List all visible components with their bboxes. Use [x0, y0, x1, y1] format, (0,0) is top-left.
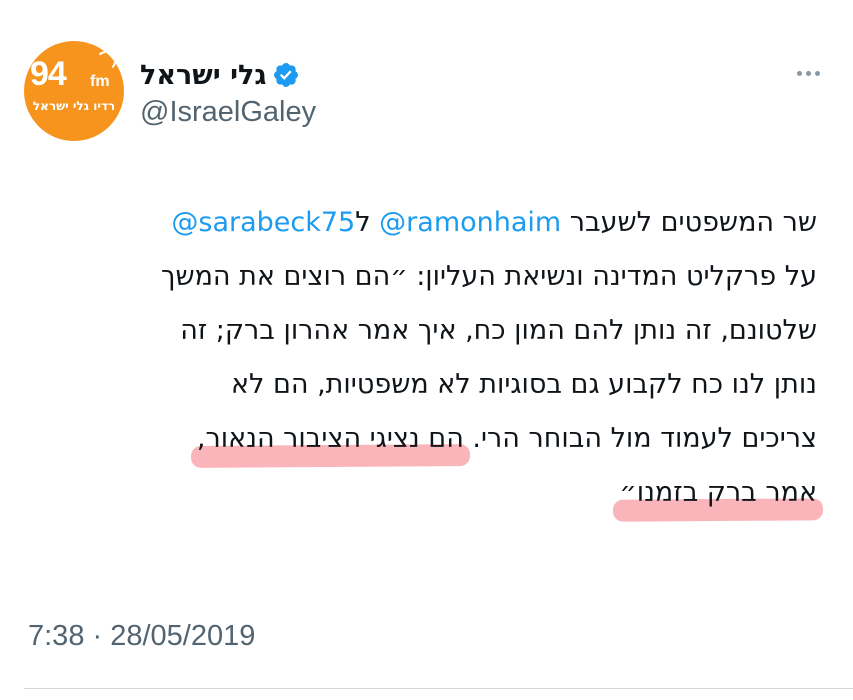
avatar-logo-suffix: fm	[90, 73, 110, 90]
more-horizontal-icon	[796, 70, 802, 76]
tweet-line-3: שלטונם, זה נותן להם המון כח, איך אמר אהר…	[180, 315, 817, 346]
display-name-row: גלי ישראל	[140, 58, 316, 92]
more-dot	[805, 70, 811, 76]
tweet-line-6: אמר ברק בזמנו״	[27, 466, 817, 520]
mention-link[interactable]: @ramonhaim	[379, 207, 561, 238]
avatar-logo-subtitle: רדיו גלי ישראל	[32, 99, 116, 113]
verified-badge-icon	[274, 63, 299, 87]
tweet-timestamp[interactable]: 7:38 · 28/05/2019	[28, 620, 255, 653]
tweet-text-segment: שר המשפטים לשעבר	[561, 207, 817, 238]
mention-link[interactable]: @sarabeck75	[171, 207, 355, 238]
tweet-line-4: נותן לנו כח לקבוע גם בסוגיות לא משפטיות,…	[230, 369, 817, 400]
divider	[24, 688, 853, 689]
display-name[interactable]: גלי ישראל	[140, 60, 266, 91]
radio-wave-icon	[96, 51, 116, 71]
tweet-text-segment: ל	[355, 207, 380, 238]
tweet-card: 94 fm רדיו גלי ישראל גלי ישראל @IsraelGa…	[0, 0, 853, 700]
tweet-text: שר המשפטים לשעבר @ramonhaim ל@sarabeck75…	[27, 196, 817, 520]
highlighted-text: הם נציגי הציבור הנאור,	[196, 423, 464, 454]
author-names: גלי ישראל @IsraelGaley	[140, 58, 316, 129]
highlighted-text: אמר ברק בזמנו״	[619, 477, 817, 508]
more-options-button[interactable]	[788, 58, 828, 88]
tweet-line-2: על פרקליט המדינה ונשיאת העליון: ״הם רוצי…	[160, 261, 817, 292]
more-dot	[814, 70, 820, 76]
avatar-logo-number: 94	[30, 55, 67, 93]
tweet-text-segment: צריכים לעמוד מול הבוחר הרי.	[463, 423, 817, 454]
avatar[interactable]: 94 fm רדיו גלי ישראל	[24, 41, 124, 141]
user-handle[interactable]: @IsraelGaley	[140, 96, 316, 129]
tweet-line-5: צריכים לעמוד מול הבוחר הרי. הם נציגי הצי…	[27, 412, 817, 466]
tweet-line-1: שר המשפטים לשעבר @ramonhaim ל@sarabeck75	[27, 196, 817, 250]
